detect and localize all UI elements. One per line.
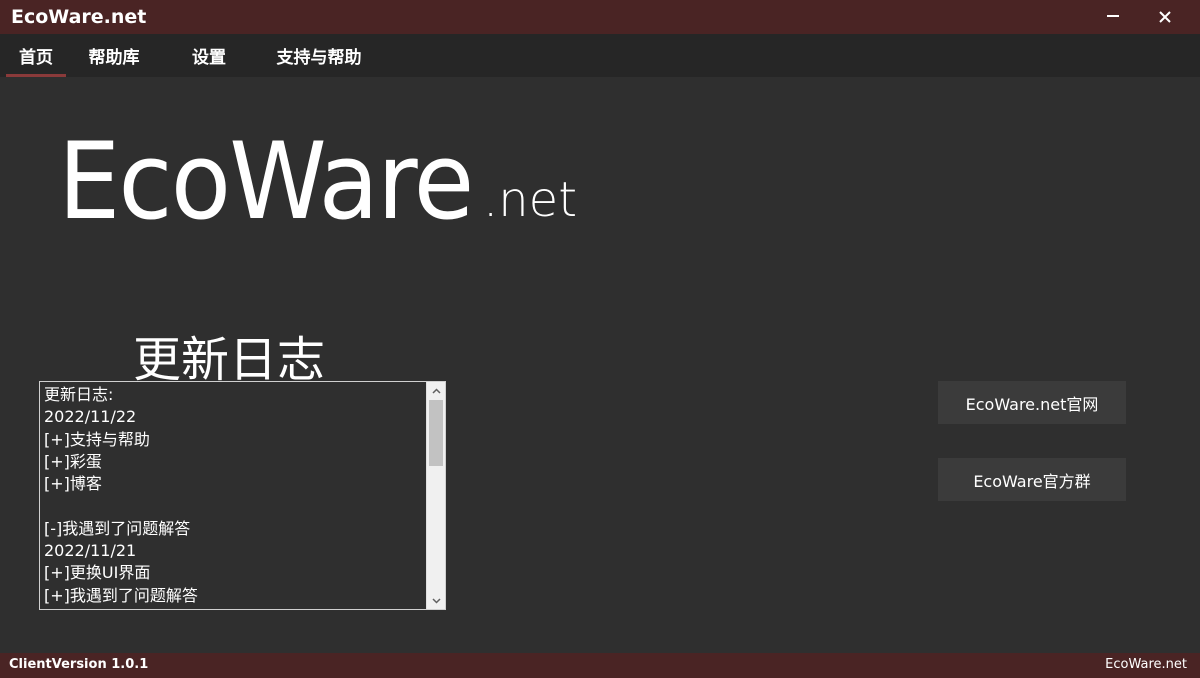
tab-home[interactable]: 首页 <box>6 34 66 77</box>
active-tab-indicator <box>6 74 66 77</box>
logo-suffix-text: .net <box>483 172 578 228</box>
status-site-label: EcoWare.net <box>1105 657 1187 672</box>
changelog-line: [-]我遇到了问题解答 <box>44 518 191 538</box>
tab-help-library[interactable]: 帮助库 <box>78 34 150 77</box>
changelog-line: [+]更换UI界面 <box>44 563 151 583</box>
changelog-line: [+]支持与帮助 <box>44 429 150 449</box>
scroll-down-icon[interactable] <box>427 592 445 609</box>
changelog-line: 2022/11/21 <box>44 541 137 561</box>
minimize-button[interactable] <box>1090 0 1136 34</box>
tab-support[interactable]: 支持与帮助 <box>266 34 372 77</box>
close-icon <box>1159 11 1171 23</box>
changelog-scrollbar[interactable] <box>426 382 445 609</box>
status-bar: ClientVersion 1.0.1 EcoWare.net <box>0 653 1200 678</box>
changelog-line: [+]彩蛋 <box>44 451 102 471</box>
changelog-line: 更新日志: <box>44 385 114 404</box>
close-button[interactable] <box>1142 0 1188 34</box>
logo-main-text: EcoWare <box>58 120 474 243</box>
logo: EcoWare .net <box>58 120 577 243</box>
minimize-icon <box>1107 15 1119 17</box>
changelog-line: [+]我遇到了问题解答 <box>44 585 198 605</box>
app-title: EcoWare.net <box>11 6 147 28</box>
scroll-thumb[interactable] <box>429 400 443 466</box>
tab-bar: 首页 帮助库 设置 支持与帮助 <box>0 34 1200 77</box>
scroll-up-icon[interactable] <box>427 382 445 399</box>
changelog-textbox[interactable]: 更新日志: 2022/11/22 [+]支持与帮助 [+]彩蛋 [+]博客 [-… <box>39 381 446 610</box>
official-group-button[interactable]: EcoWare官方群 <box>938 458 1126 501</box>
changelog-heading: 更新日志 <box>133 332 326 388</box>
changelog-line <box>44 495 424 517</box>
official-site-button[interactable]: EcoWare.net官网 <box>938 381 1126 424</box>
title-bar: EcoWare.net <box>0 0 1200 34</box>
changelog-lines: 更新日志: 2022/11/22 [+]支持与帮助 [+]彩蛋 [+]博客 [-… <box>44 384 424 607</box>
client-version-label: ClientVersion 1.0.1 <box>9 657 149 672</box>
changelog-line: [+]博客 <box>44 474 102 494</box>
changelog-line: 2022/11/22 <box>44 407 137 427</box>
tab-settings[interactable]: 设置 <box>178 34 240 77</box>
